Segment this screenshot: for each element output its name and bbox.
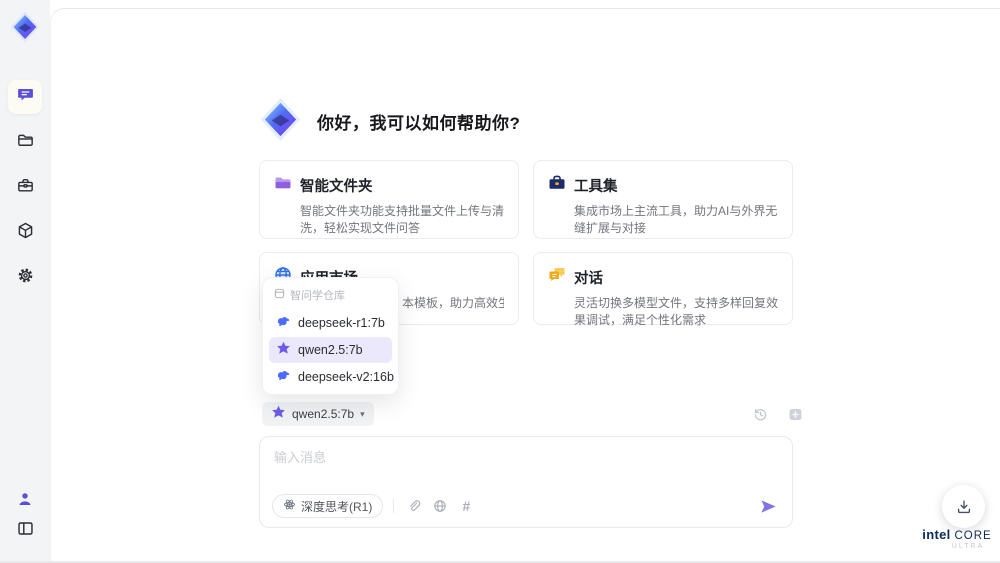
model-dropdown-header-label: 智问学仓库 [290,290,345,302]
card-chat[interactable]: 对话 灵活切换多模型文件，支持多样回复效果调试，满足个性化需求 [533,252,793,327]
chevron-down-icon: ▾ [360,408,365,419]
model-selector-button[interactable]: qwen2.5:7b ▾ [262,402,374,426]
model-option-deepseek-r1[interactable]: deepseek-r1:7b [269,310,392,336]
model-dropdown-header: 智问学仓库 [268,285,393,309]
deepseek-whale-icon [276,368,291,386]
smart-folder-icon [273,173,293,198]
sidebar-item-settings[interactable] [8,261,42,295]
model-option-label: deepseek-r1:7b [298,316,385,330]
chat-input-container: 深度思考(R1) # [259,436,793,528]
card-desc: 灵活切换多模型文件，支持多样回复效果调试，满足个性化需求 [574,296,779,327]
attachment-button[interactable] [404,496,424,516]
chat-icon [16,85,35,109]
sidebar-item-apps[interactable] [8,216,42,250]
page-title: 你好，我可以如何帮助你? [317,114,521,133]
intel-logo-text: intel [922,527,951,542]
model-selector-label: qwen2.5:7b [292,407,355,421]
core-logo-text: core [954,530,992,542]
model-option-label: qwen2.5:7b [298,343,363,357]
input-toolbar: 深度思考(R1) # [272,494,780,518]
qwen-icon [271,405,286,423]
model-option-qwen[interactable]: qwen2.5:7b [269,337,392,363]
deepseek-whale-icon [276,314,291,332]
toolbar-divider [393,499,395,513]
panel-icon [16,519,35,543]
atom-icon [283,498,296,514]
sidebar-item-chat[interactable] [8,80,42,114]
sidebar-item-account[interactable] [8,484,42,518]
card-smart-folder[interactable]: 智能文件夹 智能文件夹功能支持批量文件上传与清洗，轻松实现文件问答 [259,160,519,239]
knowledge-base-button[interactable]: # [456,496,476,516]
download-button[interactable] [942,485,985,528]
toolset-icon [547,173,567,198]
folder-icon [16,131,35,155]
cube-icon [16,221,35,245]
card-title: 工具集 [574,179,618,195]
toolbox-icon [16,176,35,200]
new-chat-button[interactable] [785,404,805,424]
card-desc: 智能文件夹功能支持批量文件上传与清洗，轻松实现文件问答 [300,204,505,235]
card-toolset[interactable]: 工具集 集成市场上主流工具，助力AI与外界无缝扩展与对接 [533,160,793,239]
repo-icon [274,288,285,302]
deep-think-label: 深度思考(R1) [301,499,373,514]
sidebar-item-collapse[interactable] [8,514,42,548]
qwen-icon [276,341,291,359]
card-title: 智能文件夹 [300,179,373,195]
intel-core-badge: intel core ultra [920,527,994,550]
message-input[interactable] [274,447,774,487]
model-dropdown: 智问学仓库 deepseek-r1:7b qwen2.5:7b deepseek… [262,277,399,395]
sidebar-item-toolset[interactable] [8,171,42,205]
ultra-logo-text: ultra [951,543,985,550]
chat-bubbles-icon [547,265,567,290]
sidebar [0,0,50,563]
app-logo [8,10,42,44]
greeting-logo [257,96,304,143]
globe-button[interactable] [430,496,450,516]
app-window: 你好，我可以如何帮助你? 智能文件夹 智能文件夹功能支持批量文件上传与清洗，轻松… [0,0,1000,563]
card-title: 对话 [574,271,603,287]
gear-icon [16,266,35,290]
hash-icon: # [462,498,471,514]
sidebar-item-folders[interactable] [8,126,42,160]
deep-think-toggle[interactable]: 深度思考(R1) [272,494,384,518]
model-option-label: deepseek-v2:16b [298,370,394,384]
history-button[interactable] [750,404,770,424]
user-icon [16,490,34,513]
model-option-deepseek-v2[interactable]: deepseek-v2:16b [269,364,394,390]
card-desc: 集成市场上主流工具，助力AI与外界无缝扩展与对接 [574,204,778,235]
send-button[interactable] [756,494,780,518]
